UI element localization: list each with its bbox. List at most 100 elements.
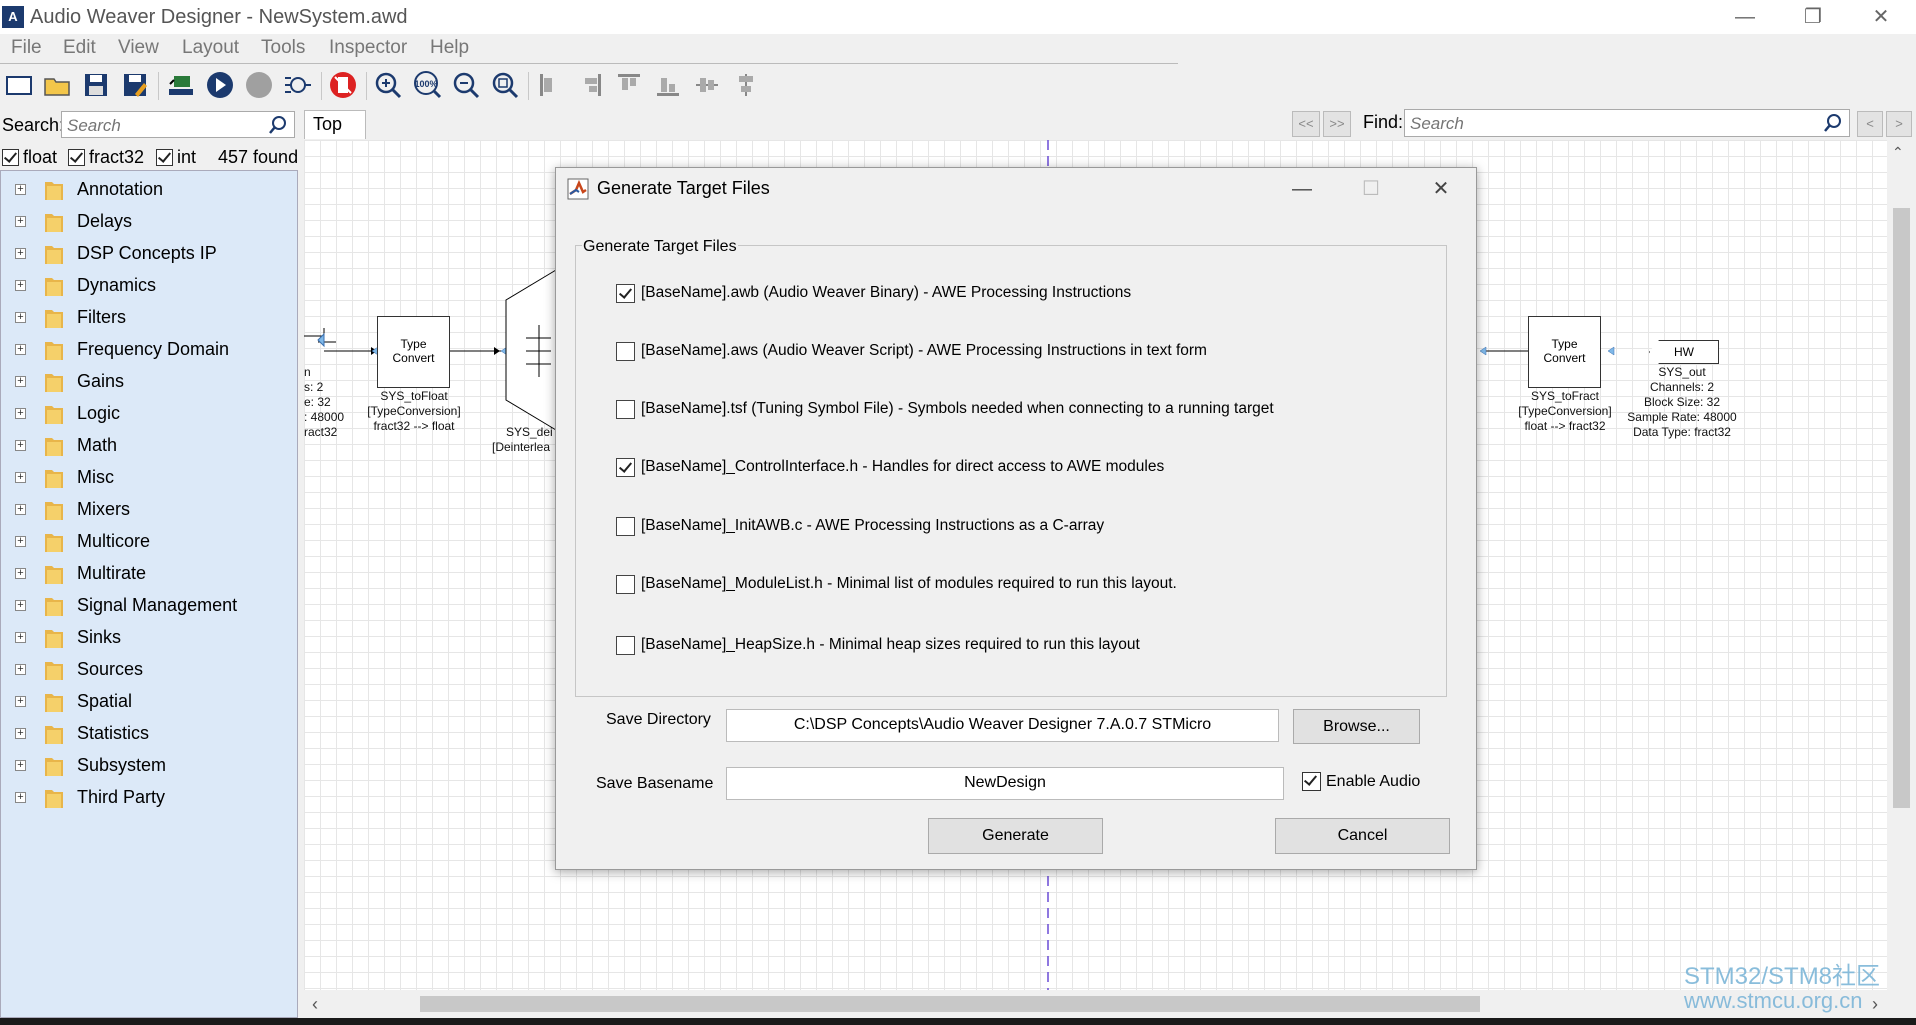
zoom-in-icon[interactable] xyxy=(373,70,403,100)
save-basename-field[interactable]: NewDesign xyxy=(726,767,1284,800)
scroll-left-icon[interactable]: ‹ xyxy=(312,994,318,1015)
expand-icon[interactable]: + xyxy=(15,344,26,355)
option-control-interface-checkbox[interactable] xyxy=(616,457,635,477)
dialog-minimize-button[interactable]: — xyxy=(1277,172,1327,206)
expand-icon[interactable]: + xyxy=(15,568,26,579)
nav-forward-button[interactable]: >> xyxy=(1323,111,1351,137)
option-aws-checkbox[interactable] xyxy=(616,341,635,361)
tree-item-annotation[interactable]: + Annotation xyxy=(1,177,291,203)
option-awb-checkbox[interactable] xyxy=(616,283,635,303)
expand-icon[interactable]: + xyxy=(15,216,26,227)
type-convert-block-to-float[interactable]: Type Convert xyxy=(377,316,450,388)
enable-audio-option[interactable]: Enable Audio xyxy=(1302,772,1420,791)
option-tsf-checkbox[interactable] xyxy=(616,399,635,419)
open-folder-icon[interactable] xyxy=(42,70,72,100)
option-init-awb-checkbox[interactable] xyxy=(616,516,635,536)
zoom-out-icon[interactable] xyxy=(451,70,481,100)
expand-icon[interactable]: + xyxy=(15,728,26,739)
find-input[interactable] xyxy=(1405,110,1815,138)
filter-int-checkbox[interactable] xyxy=(156,148,173,166)
filter-float[interactable]: float xyxy=(2,147,57,167)
expand-icon[interactable]: + xyxy=(15,440,26,451)
scroll-up-icon[interactable]: ⌃ xyxy=(1892,144,1904,161)
tree-item-mixers[interactable]: + Mixers xyxy=(1,497,291,523)
option-awb[interactable]: [BaseName].awb (Audio Weaver Binary) - A… xyxy=(616,282,1131,304)
tree-item-dsp-concepts-ip[interactable]: + DSP Concepts IP xyxy=(1,241,291,267)
align-right-icon[interactable] xyxy=(575,70,605,100)
tree-item-frequency-domain[interactable]: + Frequency Domain xyxy=(1,337,291,363)
menu-help[interactable]: Help xyxy=(430,37,469,59)
menu-inspector[interactable]: Inspector xyxy=(329,37,407,59)
tree-item-filters[interactable]: + Filters xyxy=(1,305,291,331)
menu-edit[interactable]: Edit xyxy=(63,37,96,59)
tree-item-subsystem[interactable]: + Subsystem xyxy=(1,753,291,779)
expand-icon[interactable]: + xyxy=(15,792,26,803)
tree-item-sinks[interactable]: + Sinks xyxy=(1,625,291,651)
generate-button[interactable]: Generate xyxy=(928,818,1103,854)
build-icon[interactable] xyxy=(283,70,313,100)
tab-top[interactable]: Top xyxy=(304,110,366,139)
option-control-interface[interactable]: [BaseName]_ControlInterface.h - Handles … xyxy=(616,456,1164,478)
zoom-fit-icon[interactable] xyxy=(490,70,520,100)
tree-item-logic[interactable]: + Logic xyxy=(1,401,291,427)
tree-item-multirate[interactable]: + Multirate xyxy=(1,561,291,587)
restore-button[interactable]: ❐ xyxy=(1784,2,1842,32)
tree-item-misc[interactable]: + Misc xyxy=(1,465,291,491)
expand-icon[interactable]: + xyxy=(15,536,26,547)
align-left-icon[interactable] xyxy=(536,70,566,100)
find-search-icon[interactable] xyxy=(1823,113,1843,133)
expand-icon[interactable]: + xyxy=(15,664,26,675)
expand-icon[interactable]: + xyxy=(15,472,26,483)
nav-back-button[interactable]: << xyxy=(1292,111,1320,137)
search-input[interactable] xyxy=(62,112,268,139)
save-as-icon[interactable] xyxy=(120,70,150,100)
enable-audio-checkbox[interactable] xyxy=(1302,772,1321,791)
tree-item-third-party[interactable]: + Third Party xyxy=(1,785,291,811)
option-tsf[interactable]: [BaseName].tsf (Tuning Symbol File) - Sy… xyxy=(616,398,1274,420)
expand-icon[interactable]: + xyxy=(15,376,26,387)
align-bottom-icon[interactable] xyxy=(653,70,683,100)
align-top-icon[interactable] xyxy=(614,70,644,100)
search-field[interactable] xyxy=(61,111,295,139)
tree-item-dynamics[interactable]: + Dynamics xyxy=(1,273,291,299)
expand-icon[interactable]: + xyxy=(15,280,26,291)
expand-icon[interactable]: + xyxy=(15,600,26,611)
expand-icon[interactable]: + xyxy=(15,632,26,643)
tree-item-math[interactable]: + Math xyxy=(1,433,291,459)
minimize-button[interactable]: — xyxy=(1716,2,1774,32)
tree-item-multicore[interactable]: + Multicore xyxy=(1,529,291,555)
tree-item-signal-management[interactable]: + Signal Management xyxy=(1,593,291,619)
find-field[interactable] xyxy=(1404,109,1850,138)
cancel-button[interactable]: Cancel xyxy=(1275,818,1450,854)
expand-icon[interactable]: + xyxy=(15,408,26,419)
save-directory-field[interactable]: C:\DSP Concepts\Audio Weaver Designer 7.… xyxy=(726,709,1279,742)
stop-icon[interactable] xyxy=(244,70,274,100)
option-init-awb[interactable]: [BaseName]_InitAWB.c - AWE Processing In… xyxy=(616,515,1104,537)
dialog-maximize-button[interactable]: ☐ xyxy=(1346,172,1396,206)
menu-tools[interactable]: Tools xyxy=(261,37,305,59)
tree-item-delays[interactable]: + Delays xyxy=(1,209,291,235)
option-aws[interactable]: [BaseName].aws (Audio Weaver Script) - A… xyxy=(616,340,1207,362)
option-module-list[interactable]: [BaseName]_ModuleList.h - Minimal list o… xyxy=(616,573,1177,595)
close-window-button[interactable]: ✕ xyxy=(1852,2,1910,32)
tree-item-statistics[interactable]: + Statistics xyxy=(1,721,291,747)
filter-fract32-checkbox[interactable] xyxy=(68,148,85,166)
menu-layout[interactable]: Layout xyxy=(182,37,239,59)
menu-file[interactable]: File xyxy=(11,37,42,59)
horizontal-scroll-thumb[interactable] xyxy=(420,996,1480,1012)
expand-icon[interactable]: + xyxy=(15,312,26,323)
align-center-h-icon[interactable] xyxy=(692,70,722,100)
type-convert-block-to-fract[interactable]: Type Convert xyxy=(1528,316,1601,388)
expand-icon[interactable]: + xyxy=(15,248,26,259)
option-module-list-checkbox[interactable] xyxy=(616,574,635,594)
option-heap-size[interactable]: [BaseName]_HeapSize.h - Minimal heap siz… xyxy=(616,634,1140,656)
run-icon[interactable] xyxy=(205,70,235,100)
filter-fract32[interactable]: fract32 xyxy=(68,147,144,167)
expand-icon[interactable]: + xyxy=(15,504,26,515)
new-file-icon[interactable] xyxy=(4,70,34,100)
save-icon[interactable] xyxy=(81,70,111,100)
expand-icon[interactable]: + xyxy=(15,760,26,771)
zoom-100-icon[interactable]: 100% xyxy=(412,70,442,100)
filter-int[interactable]: int xyxy=(156,147,196,167)
tree-item-spatial[interactable]: + Spatial xyxy=(1,689,291,715)
